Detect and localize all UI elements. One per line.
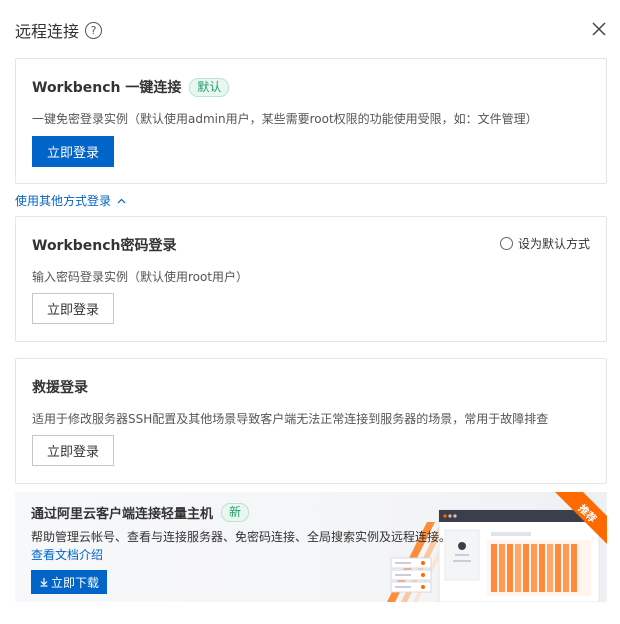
promo-title: 通过阿里云客户端连接轻量主机 新: [31, 503, 250, 522]
rescue-login-card: 救援登录 适用于修改服务器SSH配置及其他场景导致客户端无法正常连接到服务器的场…: [15, 358, 607, 484]
new-badge: 新: [221, 503, 250, 522]
oneclick-login-button[interactable]: 立即登录: [32, 136, 114, 167]
dialog-title: 远程连接: [15, 22, 80, 41]
card-title: Workbench 一键连接 默认: [32, 77, 230, 97]
card-title: 救援登录: [32, 377, 88, 397]
promo-description: 帮助管理云帐号、查看与连接服务器、免密码连接、全局搜索实例及远程连接。: [31, 530, 452, 544]
download-client-button[interactable]: 立即下载: [31, 570, 107, 594]
close-icon[interactable]: [590, 20, 608, 38]
card-description: 适用于修改服务器SSH配置及其他场景导致客户端无法正常连接到服务器的场景，常用于…: [32, 412, 549, 426]
set-default-radio[interactable]: 设为默认方式: [499, 235, 590, 252]
client-illustration: 推荐: [387, 492, 607, 602]
download-icon: [40, 578, 48, 587]
card-description: 输入密码登录实例（默认使用root用户）: [32, 270, 249, 284]
card-title-text: Workbench密码登录: [32, 238, 177, 254]
card-title: Workbench密码登录: [32, 235, 177, 255]
default-badge: 默认: [189, 77, 230, 97]
card-title-text: Workbench 一键连接: [32, 80, 182, 96]
password-login-button[interactable]: 立即登录: [32, 293, 114, 324]
chevron-up-icon: [117, 198, 126, 203]
rescue-login-button[interactable]: 立即登录: [32, 435, 114, 466]
radio-circle-icon[interactable]: [499, 237, 513, 250]
workbench-oneclick-card: Workbench 一键连接 默认 一键免密登录实例（默认使用admin用户，某…: [15, 58, 607, 184]
set-default-label: 设为默认方式: [517, 237, 590, 251]
promo-title-text: 通过阿里云客户端连接轻量主机: [31, 507, 214, 522]
client-promo-banner: 推荐 通过阿里云客户端连接轻量主机 新 帮助管理云帐号、查看与连接服务器、免密码…: [15, 492, 607, 602]
help-icon[interactable]: ?: [85, 21, 103, 39]
workbench-password-card: Workbench密码登录 设为默认方式 输入密码登录实例（默认使用root用户…: [15, 216, 607, 342]
card-description: 一键免密登录实例（默认使用admin用户，某些需要root权限的功能使用受限，如…: [32, 112, 538, 126]
view-docs-link[interactable]: 查看文档介绍: [31, 546, 103, 563]
dialog-header: 远程连接 ?: [15, 18, 103, 42]
other-methods-label: 使用其他方式登录: [15, 194, 112, 208]
download-label: 立即下载: [50, 575, 99, 590]
card-title-text: 救援登录: [32, 380, 88, 396]
other-methods-toggle[interactable]: 使用其他方式登录: [15, 192, 126, 209]
